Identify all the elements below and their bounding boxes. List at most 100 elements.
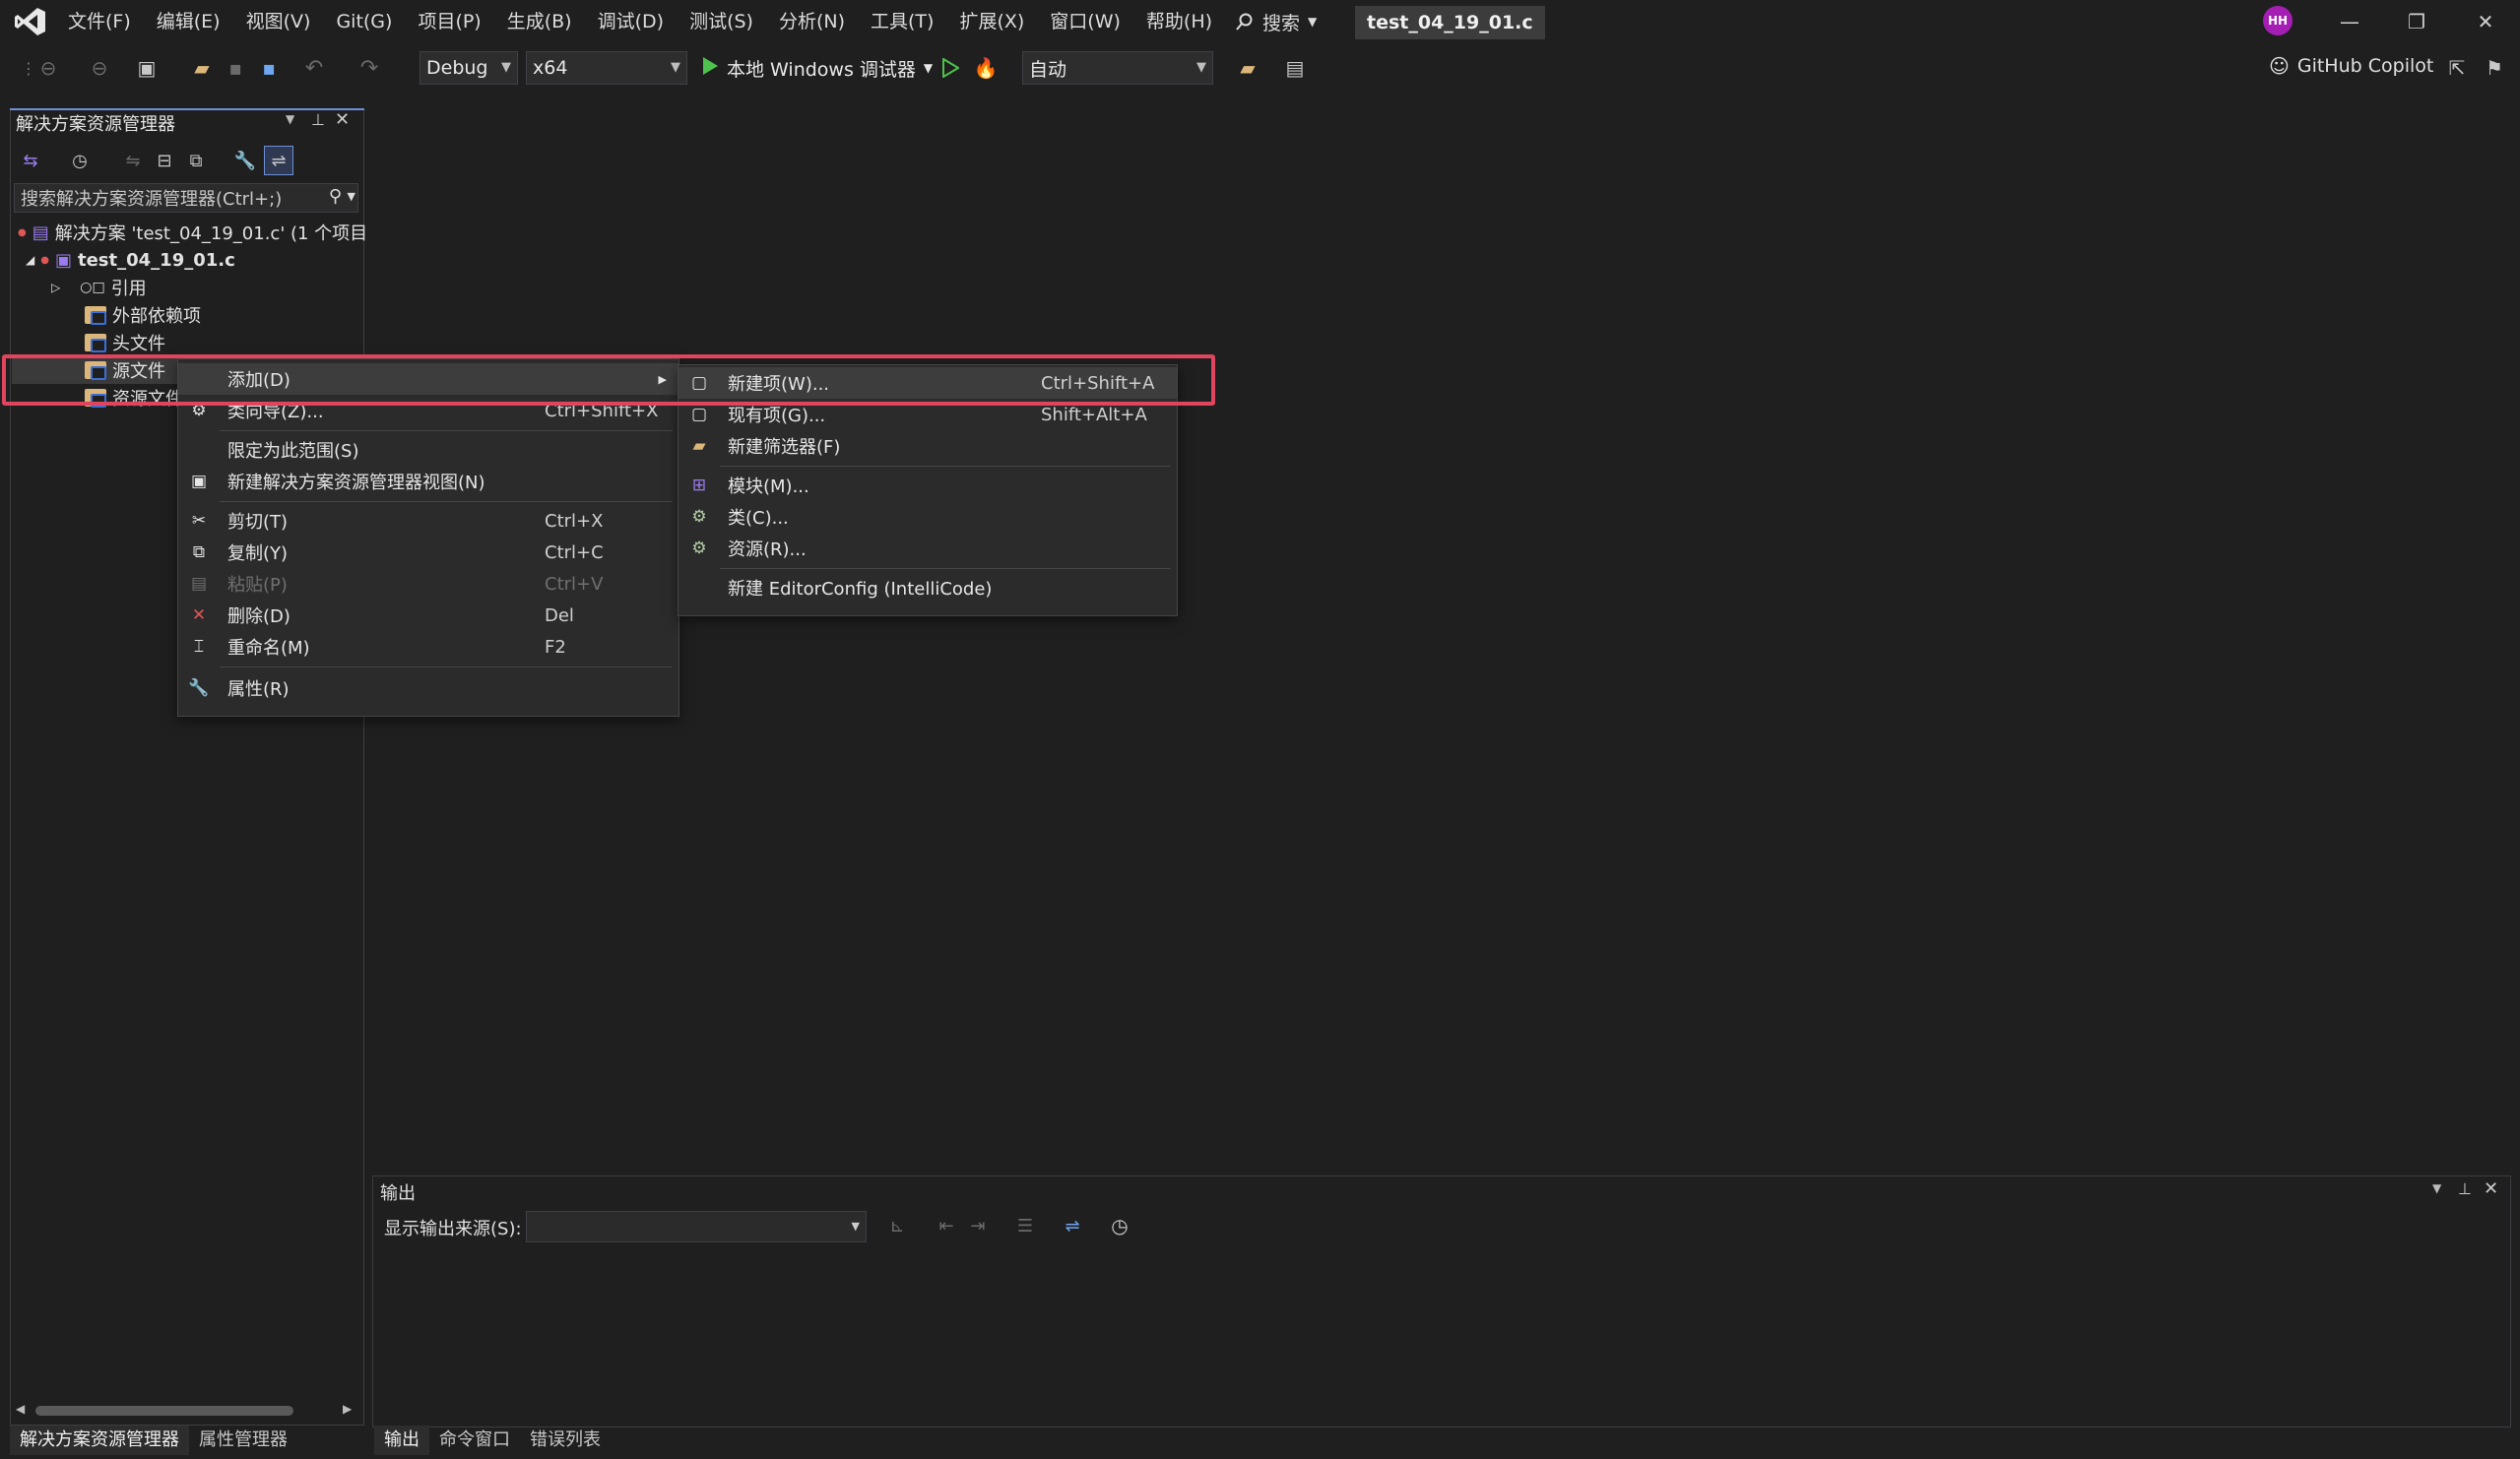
submenu-item-editorconfig[interactable]: 新建 EditorConfig (IntelliCode): [678, 572, 1177, 603]
menu-build[interactable]: 生成(B): [494, 0, 585, 43]
chevron-down-icon: ▼: [1308, 15, 1318, 29]
close-icon[interactable]: ✕: [2484, 1178, 2498, 1199]
menu-git[interactable]: Git(G): [323, 0, 405, 43]
next-message-icon[interactable]: ⇥: [965, 1213, 991, 1238]
cpp-project-icon: ▣: [54, 249, 72, 271]
auto-combo[interactable]: 自动 ▼: [1022, 51, 1213, 85]
wrench-icon[interactable]: 🔧: [232, 148, 258, 173]
menu-separator: [220, 430, 673, 431]
navigate-back-icon[interactable]: ⊖: [35, 55, 61, 81]
menu-help[interactable]: 帮助(H): [1133, 0, 1225, 43]
submenu-item-new-filter[interactable]: ▰ 新建筛选器(F): [678, 430, 1177, 462]
solution-search-input[interactable]: 搜索解决方案资源管理器(Ctrl+;) ⚲ ▼: [14, 183, 358, 213]
scroll-left-icon[interactable]: ◀: [16, 1402, 25, 1416]
pin-icon[interactable]: ⊥: [2458, 1179, 2472, 1198]
chevron-down-icon[interactable]: ▼: [348, 190, 355, 203]
submenu-item-resource[interactable]: ⚙ 资源(R)...: [678, 533, 1177, 564]
pin-icon[interactable]: ⊥: [311, 110, 325, 129]
visual-studio-logo-icon[interactable]: [14, 6, 47, 37]
new-view-icon: ▣: [190, 472, 208, 491]
menu-item-paste[interactable]: ▤ 粘贴(P) Ctrl+V: [178, 568, 678, 600]
close-window-button[interactable]: ✕: [2452, 0, 2519, 43]
share-icon[interactable]: ⇱: [2444, 55, 2470, 81]
references-icon: ○□: [80, 280, 105, 295]
menu-view[interactable]: 视图(V): [233, 0, 324, 43]
title-search-button[interactable]: 搜索 ▼: [1235, 6, 1317, 37]
wrench-icon: 🔧: [188, 678, 210, 698]
hot-reload-icon[interactable]: 🔥: [973, 55, 999, 81]
menu-separator: [720, 568, 1171, 569]
tab-output[interactable]: 输出: [374, 1426, 429, 1455]
find-message-icon[interactable]: ⊾: [884, 1213, 910, 1238]
menu-tools[interactable]: 工具(T): [858, 0, 946, 43]
restore-button[interactable]: ❐: [2383, 0, 2450, 43]
word-wrap-icon[interactable]: ⇌: [1060, 1213, 1085, 1238]
navigate-forward-icon[interactable]: ⊖: [87, 55, 112, 81]
menu-window[interactable]: 窗口(W): [1037, 0, 1133, 43]
tree-item-label: 头文件: [112, 334, 165, 354]
menu-item-scope-to-this[interactable]: 限定为此范围(S): [178, 434, 678, 466]
chevron-down-icon[interactable]: ▼: [2432, 1181, 2441, 1195]
start-without-debugging-icon[interactable]: [937, 55, 963, 81]
minimize-button[interactable]: —: [2316, 0, 2383, 43]
github-copilot-button[interactable]: ☺ GitHub Copilot: [2269, 49, 2433, 83]
tree-item-project[interactable]: ◢ ● ▣ test_04_19_01.c: [26, 246, 235, 274]
menu-test[interactable]: 测试(S): [677, 0, 766, 43]
expand-arrow-icon[interactable]: ◢: [26, 253, 34, 267]
collapse-arrow-icon[interactable]: ▷: [51, 281, 60, 294]
scroll-right-icon[interactable]: ▶: [343, 1402, 352, 1416]
tab-command-window[interactable]: 命令窗口: [429, 1426, 520, 1455]
menu-edit[interactable]: 编辑(E): [144, 0, 233, 43]
clock-icon[interactable]: ◷: [1107, 1213, 1132, 1238]
output-source-combo[interactable]: ▼: [526, 1211, 867, 1242]
chevron-down-icon[interactable]: ▼: [286, 112, 294, 126]
show-all-files-icon[interactable]: ⧉: [183, 148, 209, 173]
rename-icon: ⌶: [193, 637, 205, 657]
menu-analyze[interactable]: 分析(N): [766, 0, 858, 43]
undo-icon[interactable]: ↶: [301, 55, 327, 81]
close-icon[interactable]: ✕: [335, 109, 350, 130]
new-project-icon[interactable]: ▣: [134, 55, 160, 81]
menu-item-rename[interactable]: ⌶ 重命名(M) F2: [178, 631, 678, 663]
save-all-icon[interactable]: ▪: [256, 55, 282, 81]
clear-all-icon[interactable]: ☰: [1012, 1213, 1038, 1238]
tab-property-manager[interactable]: 属性管理器: [189, 1426, 297, 1455]
menu-project[interactable]: 项目(P): [405, 0, 493, 43]
platform-combo[interactable]: x64 ▼: [526, 51, 687, 85]
collapse-all-icon[interactable]: ⊟: [152, 148, 177, 173]
layout-icon[interactable]: ▤: [1282, 55, 1308, 81]
start-debugging-button[interactable]: 本地 Windows 调试器 ▼: [701, 51, 933, 85]
redo-icon[interactable]: ↷: [356, 55, 382, 81]
save-icon[interactable]: ▪: [223, 55, 248, 81]
avatar[interactable]: HH: [2263, 6, 2293, 35]
prev-message-icon[interactable]: ⇤: [934, 1213, 959, 1238]
horizontal-scrollbar[interactable]: ◀ ▶: [14, 1402, 358, 1420]
configuration-combo[interactable]: Debug ▼: [420, 51, 518, 85]
configuration-value: Debug: [426, 57, 488, 79]
tab-solution-explorer[interactable]: 解决方案资源管理器: [10, 1426, 189, 1455]
menu-file[interactable]: 文件(F): [55, 0, 144, 43]
menu-item-properties[interactable]: 🔧 属性(R): [178, 672, 678, 704]
history-icon[interactable]: ◷: [67, 148, 93, 173]
menu-extensions[interactable]: 扩展(X): [946, 0, 1037, 43]
submenu-item-class[interactable]: ⚙ 类(C)...: [678, 501, 1177, 533]
submenu-item-module[interactable]: ⊞ 模块(M)...: [678, 470, 1177, 501]
tree-item-header-files[interactable]: 头文件: [85, 329, 165, 356]
menu-item-delete[interactable]: ✕ 删除(D) Del: [178, 600, 678, 631]
pending-changes-icon[interactable]: ⇋: [120, 148, 146, 173]
sync-with-document-icon[interactable]: ⇆: [18, 148, 43, 173]
tree-item-references[interactable]: ▷ ○□ 引用: [51, 274, 147, 301]
menu-item-cut[interactable]: ✂ 剪切(T) Ctrl+X: [178, 505, 678, 537]
menu-debug[interactable]: 调试(D): [585, 0, 677, 43]
tree-item-external-deps[interactable]: 外部依赖项: [85, 301, 201, 329]
open-file-icon[interactable]: ▰: [189, 55, 215, 81]
folder-browse-icon[interactable]: ▰: [1235, 55, 1260, 81]
close-icon: ✕: [2477, 10, 2494, 33]
tree-item-solution[interactable]: ● ▤ 解决方案 'test_04_19_01.c' (1 个项目: [18, 219, 367, 246]
preview-selected-items-icon[interactable]: ⇌: [264, 146, 293, 175]
tab-error-list[interactable]: 错误列表: [520, 1426, 611, 1455]
feedback-icon[interactable]: ⚑: [2482, 55, 2507, 81]
scrollbar-thumb[interactable]: [35, 1406, 293, 1416]
menu-item-new-view[interactable]: ▣ 新建解决方案资源管理器视图(N): [178, 466, 678, 497]
menu-item-copy[interactable]: ⧉ 复制(Y) Ctrl+C: [178, 537, 678, 568]
